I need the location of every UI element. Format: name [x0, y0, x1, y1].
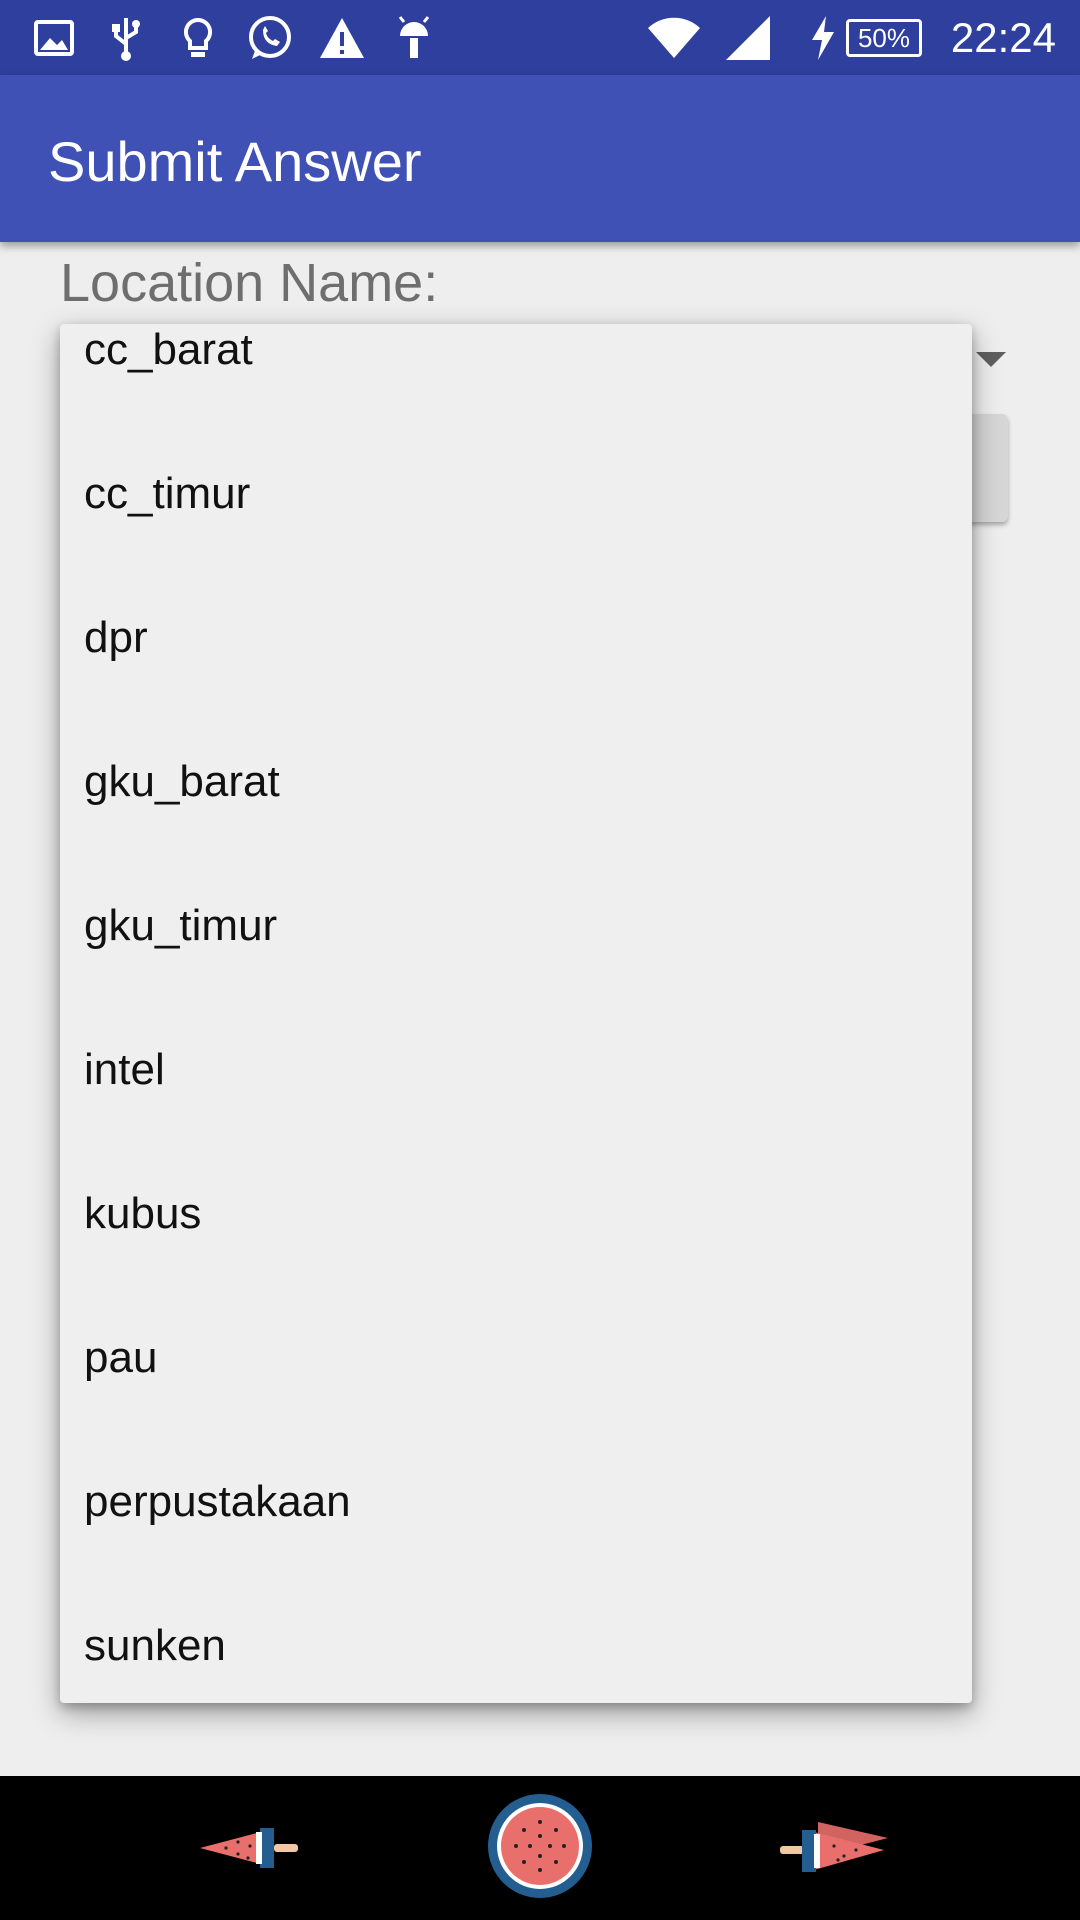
recents-button[interactable] [778, 1816, 890, 1880]
location-name-label: Location Name: [60, 253, 439, 313]
dropdown-arrow-icon[interactable] [976, 352, 1006, 367]
signal-icon [726, 16, 770, 60]
list-item[interactable]: kubus [60, 1142, 972, 1286]
dropdown-list[interactable]: cc_barat cc_timur dpr gku_barat gku_timu… [60, 324, 972, 1703]
list-item[interactable]: cc_timur [60, 422, 972, 566]
list-item[interactable]: sunken [60, 1574, 972, 1703]
status-bar: 50% 22:24 [0, 0, 1080, 75]
list-item[interactable]: cc_barat [60, 324, 972, 422]
list-item[interactable]: intel [60, 998, 972, 1142]
navigation-bar [0, 1776, 1080, 1920]
image-icon [34, 20, 74, 56]
android-icon [398, 16, 430, 58]
charging-icon [812, 16, 834, 60]
bulb-icon [183, 17, 213, 57]
list-item[interactable]: gku_barat [60, 710, 972, 854]
list-item[interactable]: pau [60, 1286, 972, 1430]
list-item[interactable]: perpustakaan [60, 1430, 972, 1574]
home-button[interactable] [486, 1792, 594, 1900]
page-title: Submit Answer [48, 130, 422, 193]
warning-icon [320, 18, 364, 58]
app-bar: Submit Answer [0, 75, 1080, 242]
list-item[interactable]: gku_timur [60, 854, 972, 998]
clock: 22:24 [950, 14, 1056, 61]
back-button[interactable] [198, 1820, 302, 1876]
usb-icon [112, 18, 140, 61]
whatsapp-icon [249, 16, 291, 59]
location-dropdown[interactable]: cc_barat cc_timur dpr gku_barat gku_timu… [60, 324, 972, 1703]
battery-indicator: 50% [846, 19, 922, 57]
list-item[interactable]: dpr [60, 566, 972, 710]
wifi-icon [648, 17, 700, 58]
